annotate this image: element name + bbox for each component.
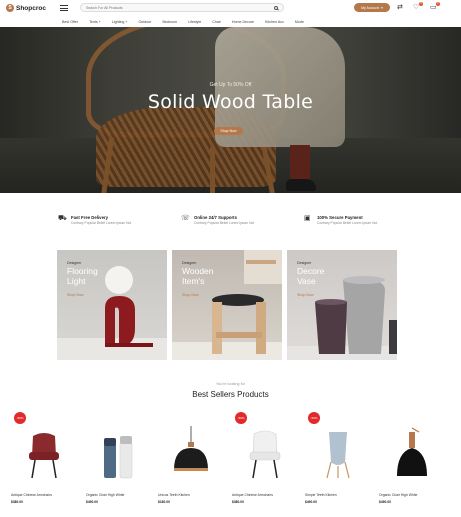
hero-title: Solid Wood Table — [147, 91, 314, 113]
feature-desc: Contrary Popular Belief Lorem Ipsum Not — [194, 221, 255, 225]
nav-item-tents[interactable]: Tents + — [89, 20, 101, 24]
category-tag: Designer — [182, 261, 197, 265]
my-account-label: My Account — [361, 5, 380, 10]
nav-item-bedroom[interactable]: Bedroom — [163, 20, 178, 24]
category-title-line: Decore — [297, 266, 325, 276]
product-price: $380.00 — [11, 500, 23, 504]
feature-payment: ▣ 100% Secure Payment Contrary Popular B… — [304, 215, 377, 225]
my-account-button[interactable]: My Account ▾ — [354, 3, 390, 12]
product-card[interactable]: Unicus Teeth Kitchen $180.00 — [158, 410, 224, 510]
category-tag: Designer — [297, 261, 312, 265]
nav-item-kitchen-acc[interactable]: Kitchen Acc — [265, 20, 284, 24]
product-image-glass-lamp — [326, 432, 350, 479]
nav-item-mode[interactable]: Mode — [295, 20, 304, 24]
product-price: $490.00 — [86, 500, 98, 504]
product-image-armchair-red — [29, 433, 59, 479]
search-bar — [80, 3, 284, 12]
wishlist-icon[interactable]: ♡ 0 — [413, 2, 423, 11]
feature-title: Online 24/7 Supports — [194, 215, 237, 220]
category-title-line: Flooring — [67, 266, 98, 276]
category-title-line: Vase — [297, 275, 316, 286]
logo-text: Shopcroc — [16, 4, 46, 12]
category-title: Decore Vase — [297, 266, 325, 286]
best-sellers-subtitle: You're looking for — [215, 382, 246, 386]
search-input[interactable] — [86, 5, 274, 10]
product-name[interactable]: Organic Chair High White — [379, 493, 417, 497]
category-title-line: Item's — [182, 275, 205, 286]
chevron-down-icon: ▾ — [381, 5, 383, 10]
product-card[interactable]: -50% Simple Teeth Kitchen $490.00 — [305, 410, 371, 510]
best-sellers-title: Best Sellers Products — [192, 390, 269, 399]
product-card[interactable]: -50% Antique Chinese Armchairs $380.00 — [232, 410, 298, 510]
sale-badge: -50% — [235, 412, 247, 424]
compare-icon[interactable]: ⇄ — [397, 4, 404, 11]
hamburger-menu-icon[interactable] — [59, 5, 68, 11]
hero-banner: Get Up To 50% Off Solid Wood Table Shop … — [0, 27, 461, 193]
feature-desc: Contrary Popular Belief Lorem Ipsum Not — [71, 221, 132, 225]
product-card[interactable]: -50% Antique Chinese Armchairs $380.00 — [11, 410, 77, 510]
product-name[interactable]: Organic Chair High White — [86, 493, 124, 497]
category-title: Flooring Light — [67, 266, 98, 286]
feature-title: Fast Free Delivery — [71, 215, 109, 220]
logo-icon: S — [6, 4, 14, 12]
nav-item-chair[interactable]: Chair — [212, 20, 221, 24]
feature-title: 100% Secure Payment — [317, 215, 363, 220]
product-name[interactable]: Antique Chinese Armchairs — [11, 493, 52, 497]
truck-icon: ⛟ — [58, 215, 67, 222]
product-price: $490.00 — [305, 500, 317, 504]
secure-payment-icon: ▣ — [304, 215, 311, 222]
product-price: $380.00 — [232, 500, 244, 504]
nav-item-outdoor[interactable]: Outdoor — [139, 20, 152, 24]
feature-desc: Contrary Popular Belief Lorem Ipsum Not — [317, 221, 378, 225]
cart-icon[interactable]: ▭ 0 — [430, 2, 440, 11]
category-shop-now-link[interactable]: Shop Now — [67, 293, 84, 297]
sale-badge: -50% — [14, 412, 26, 424]
product-name[interactable]: Unicus Teeth Kitchen — [158, 493, 190, 497]
category-title-line: Wooden — [182, 266, 214, 276]
product-image-pendant-lamp — [174, 426, 208, 471]
category-card-decore-vase[interactable]: Designer Decore Vase Shop Now — [287, 250, 397, 360]
sale-badge: -50% — [308, 412, 320, 424]
category-shop-now-link[interactable]: Shop Now — [182, 293, 199, 297]
support-icon: ☏ — [181, 215, 190, 222]
nav-item-best-offer[interactable]: Best Offer — [62, 20, 78, 24]
category-title: Wooden Item's — [182, 266, 214, 286]
main-nav: Best Offer Tents + Lighting + Outdoor Be… — [0, 16, 461, 27]
hero-subtitle: Get Up To 50% Off — [209, 82, 252, 88]
product-image-grinders — [104, 436, 133, 479]
category-title-line: Light — [67, 275, 86, 286]
hero-shop-now-button[interactable]: Shop Now — [214, 127, 243, 135]
wishlist-badge: 0 — [419, 2, 423, 6]
product-name[interactable]: Antique Chinese Armchairs — [232, 493, 273, 497]
category-card-wooden-items[interactable]: Designer Wooden Item's Shop Now — [172, 250, 282, 360]
logo[interactable]: S Shopcroc — [6, 4, 46, 12]
features-strip: ⛟ Fast Free Delivery Contrary Popular Be… — [0, 193, 461, 238]
category-shop-now-link[interactable]: Shop Now — [297, 293, 314, 297]
category-tag: Designer — [67, 261, 82, 265]
product-image-black-lamp — [397, 427, 427, 476]
cart-badge: 0 — [436, 2, 440, 6]
nav-item-home-decore[interactable]: Home Decore — [232, 20, 254, 24]
product-price: $180.00 — [158, 500, 170, 504]
product-price: $490.00 — [379, 500, 391, 504]
feature-support: ☏ Online 24/7 Supports Contrary Popular … — [181, 215, 254, 225]
nav-item-lighting[interactable]: Lighting + — [112, 20, 128, 24]
nav-item-lifestyle[interactable]: Lifestyle — [188, 20, 201, 24]
search-icon[interactable] — [274, 5, 278, 10]
product-card[interactable]: Organic Chair High White $490.00 — [86, 410, 152, 510]
product-name[interactable]: Simple Teeth Kitchen — [305, 493, 337, 497]
product-card[interactable]: Organic Chair High White $490.00 — [379, 410, 445, 510]
category-card-flooring-light[interactable]: Designer Flooring Light Shop Now — [57, 250, 167, 360]
feature-delivery: ⛟ Fast Free Delivery Contrary Popular Be… — [58, 215, 131, 225]
product-image-armchair-white — [249, 430, 281, 479]
